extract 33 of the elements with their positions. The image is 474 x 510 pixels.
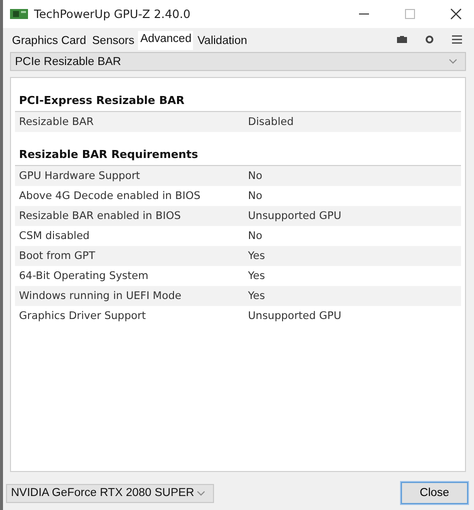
row-label: Resizable BAR enabled in BIOS <box>19 210 182 222</box>
window-title: TechPowerUp GPU-Z 2.40.0 <box>34 7 190 21</box>
row-value: No <box>248 190 262 202</box>
close-button[interactable]: Close <box>401 482 468 504</box>
tab[interactable]: Advanced <box>138 31 194 50</box>
row-value: Unsupported GPU <box>248 310 342 322</box>
close-icon[interactable] <box>450 8 462 20</box>
chevron-icon <box>449 59 457 64</box>
row-label: 64-Bit Operating System <box>19 270 150 282</box>
row-label: Graphics Driver Support <box>19 310 147 322</box>
row-value: Disabled <box>248 116 294 128</box>
row-label: Above 4G Decode enabled in BIOS <box>19 190 202 202</box>
row-label: Boot from GPT <box>19 250 96 262</box>
menu-icon[interactable] <box>452 35 462 44</box>
camera-icon[interactable] <box>397 36 407 43</box>
gpu-dropdown[interactable]: NVIDIA GeForce RTX 2080 SUPER <box>6 484 214 502</box>
row-label: Resizable BAR <box>19 116 95 128</box>
row-value: No <box>248 230 262 242</box>
row-label: CSM disabled <box>19 230 91 242</box>
row-label: Windows running in UEFI Mode <box>19 290 182 302</box>
row-value: Yes <box>248 290 265 302</box>
chevron-icon <box>197 490 205 496</box>
section-dropdown[interactable]: PCIe Resizable BAR <box>10 52 466 71</box>
row-value: Unsupported GPU <box>248 210 342 222</box>
row-value: No <box>248 170 262 182</box>
app-icon <box>10 8 28 20</box>
row-value: Yes <box>248 250 265 262</box>
tab[interactable]: Sensors <box>90 33 136 50</box>
refresh-icon[interactable] <box>425 35 434 44</box>
tab[interactable]: Validation <box>195 33 250 50</box>
row-label: GPU Hardware Support <box>19 170 142 182</box>
row-value: Yes <box>248 270 265 282</box>
tab[interactable]: Graphics Card <box>10 33 88 50</box>
